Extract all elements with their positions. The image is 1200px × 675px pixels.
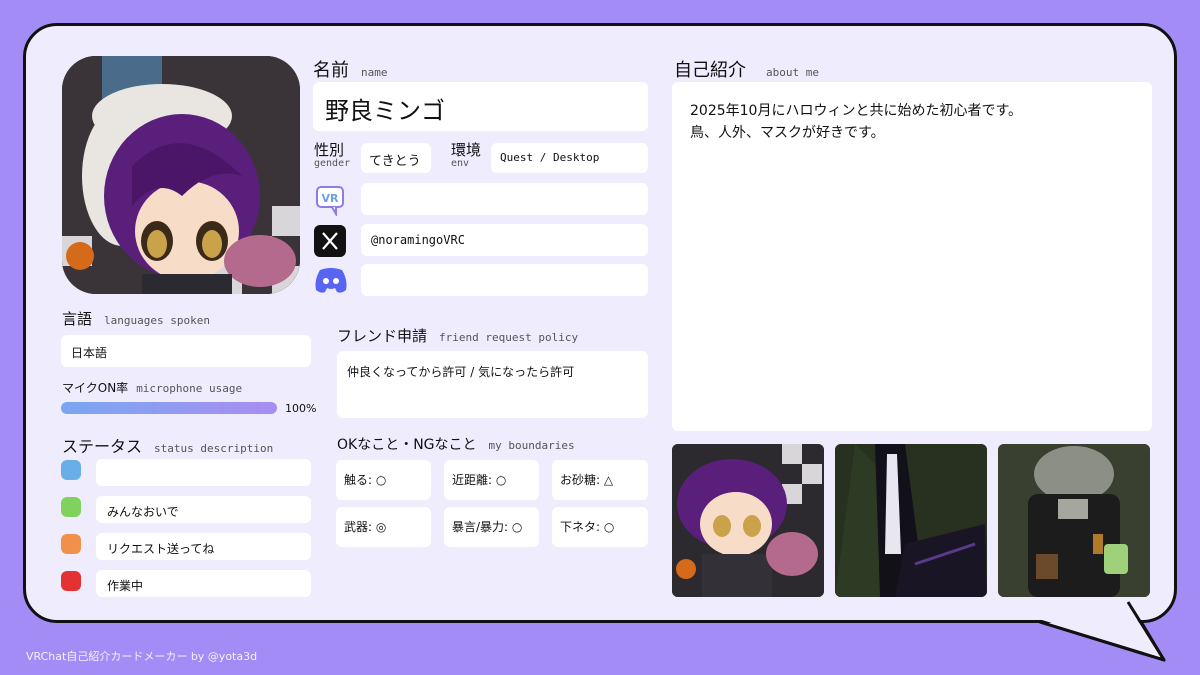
mic-bar-track [61,402,277,414]
status-text: リクエスト送ってね [107,542,215,556]
mic-sublabel: microphone usage [136,382,243,395]
boundaries-label-text: OKなこと・NGなこと [337,437,477,453]
about-label-text: 自己紹介 [674,60,746,81]
mic-label: マイクON率 microphone usage [62,379,242,396]
env-label: 環境 env [451,143,481,171]
language-sublabel: languages spoken [104,314,210,327]
mic-percent: 100% [285,402,317,415]
about-line-2: 鳥、人外、マスクが好きです。 [690,125,885,141]
gender-value: てきとう [369,154,421,169]
boundary-text: 触る: ○ [344,473,387,487]
status-text: 作業中 [107,579,144,593]
mic-label-text: マイクON率 [62,381,129,395]
env-label-text: 環境 [451,141,482,159]
friend-value: 仲良くなってから許可 / 気になったら許可 [347,365,575,379]
boundary-text: 武器: ◎ [344,520,387,534]
language-label-text: 言語 [62,310,93,328]
name-label: 名前 name [313,56,388,82]
status-row: 作業中 [96,570,311,597]
status-label: ステータス status description [62,433,273,457]
language-value: 日本語 [71,346,108,360]
boundary-text: 暴言/暴力: ○ [452,520,523,534]
status-color-dot [61,571,81,591]
gender-label-text: 性別 [314,141,345,159]
friend-label: フレンド申請 friend request policy [337,325,578,346]
name-label-text: 名前 [313,60,349,81]
friend-sublabel: friend request policy [439,331,579,344]
discord-icon [314,266,348,294]
gallery-photo-3 [998,444,1150,597]
gallery-photo-1 [672,444,824,597]
gender-field: てきとう [361,143,431,173]
vrchat-icon: VR [314,184,346,218]
name-field: 野良ミンゴ [313,82,648,131]
name-value: 野良ミンゴ [325,97,445,125]
friend-label-text: フレンド申請 [337,327,428,345]
env-field: Quest / Desktop [491,143,648,173]
status-color-dot [61,497,81,517]
x-value: @noramingoVRC [371,233,465,247]
vrchat-field [361,183,648,215]
gender-label: 性別 gender [314,143,350,171]
status-sublabel: status description [154,442,274,455]
about-label: 自己紹介 about me [674,56,819,82]
status-text: みんなおいで [107,505,179,519]
boundary-item: 暴言/暴力: ○ [444,507,539,547]
boundary-item: 近距離: ○ [444,460,539,500]
gallery-photo-2 [835,444,987,597]
svg-text:VR: VR [322,192,340,205]
status-label-text: ステータス [62,437,143,456]
x-field: @noramingoVRC [361,224,648,256]
discord-field [361,264,648,296]
boundary-item: 下ネタ: ○ [552,507,648,547]
mic-bar-fill [61,402,277,414]
footer-credit: VRChat自己紹介カードメーカー by @yota3d [26,650,258,663]
env-sublabel: env [451,158,470,169]
status-row [96,459,311,486]
name-sublabel: name [361,66,388,79]
status-row: リクエスト送ってね [96,533,311,560]
x-icon [314,225,346,257]
boundary-text: 下ネタ: ○ [560,520,615,534]
boundary-item: 武器: ◎ [336,507,431,547]
friend-field: 仲良くなってから許可 / 気になったら許可 [337,351,648,418]
boundary-text: 近距離: ○ [452,473,507,487]
boundaries-sublabel: my boundaries [488,439,575,452]
about-field: 2025年10月にハロウィンと共に始めた初心者です。 鳥、人外、マスクが好きです… [672,82,1152,431]
about-line-1: 2025年10月にハロウィンと共に始めた初心者です。 [690,103,1023,119]
gender-sublabel: gender [314,158,351,169]
env-value: Quest / Desktop [500,151,600,164]
language-field: 日本語 [61,335,311,367]
boundary-item: 触る: ○ [336,460,431,500]
boundary-item: お砂糖: △ [552,460,648,500]
status-color-dot [61,534,81,554]
avatar-photo [62,56,300,294]
language-label: 言語 languages spoken [62,308,210,329]
boundaries-label: OKなこと・NGなこと my boundaries [337,434,575,454]
about-sublabel: about me [766,66,819,79]
boundary-text: お砂糖: △ [560,473,614,487]
status-color-dot [61,460,81,480]
status-row: みんなおいで [96,496,311,523]
